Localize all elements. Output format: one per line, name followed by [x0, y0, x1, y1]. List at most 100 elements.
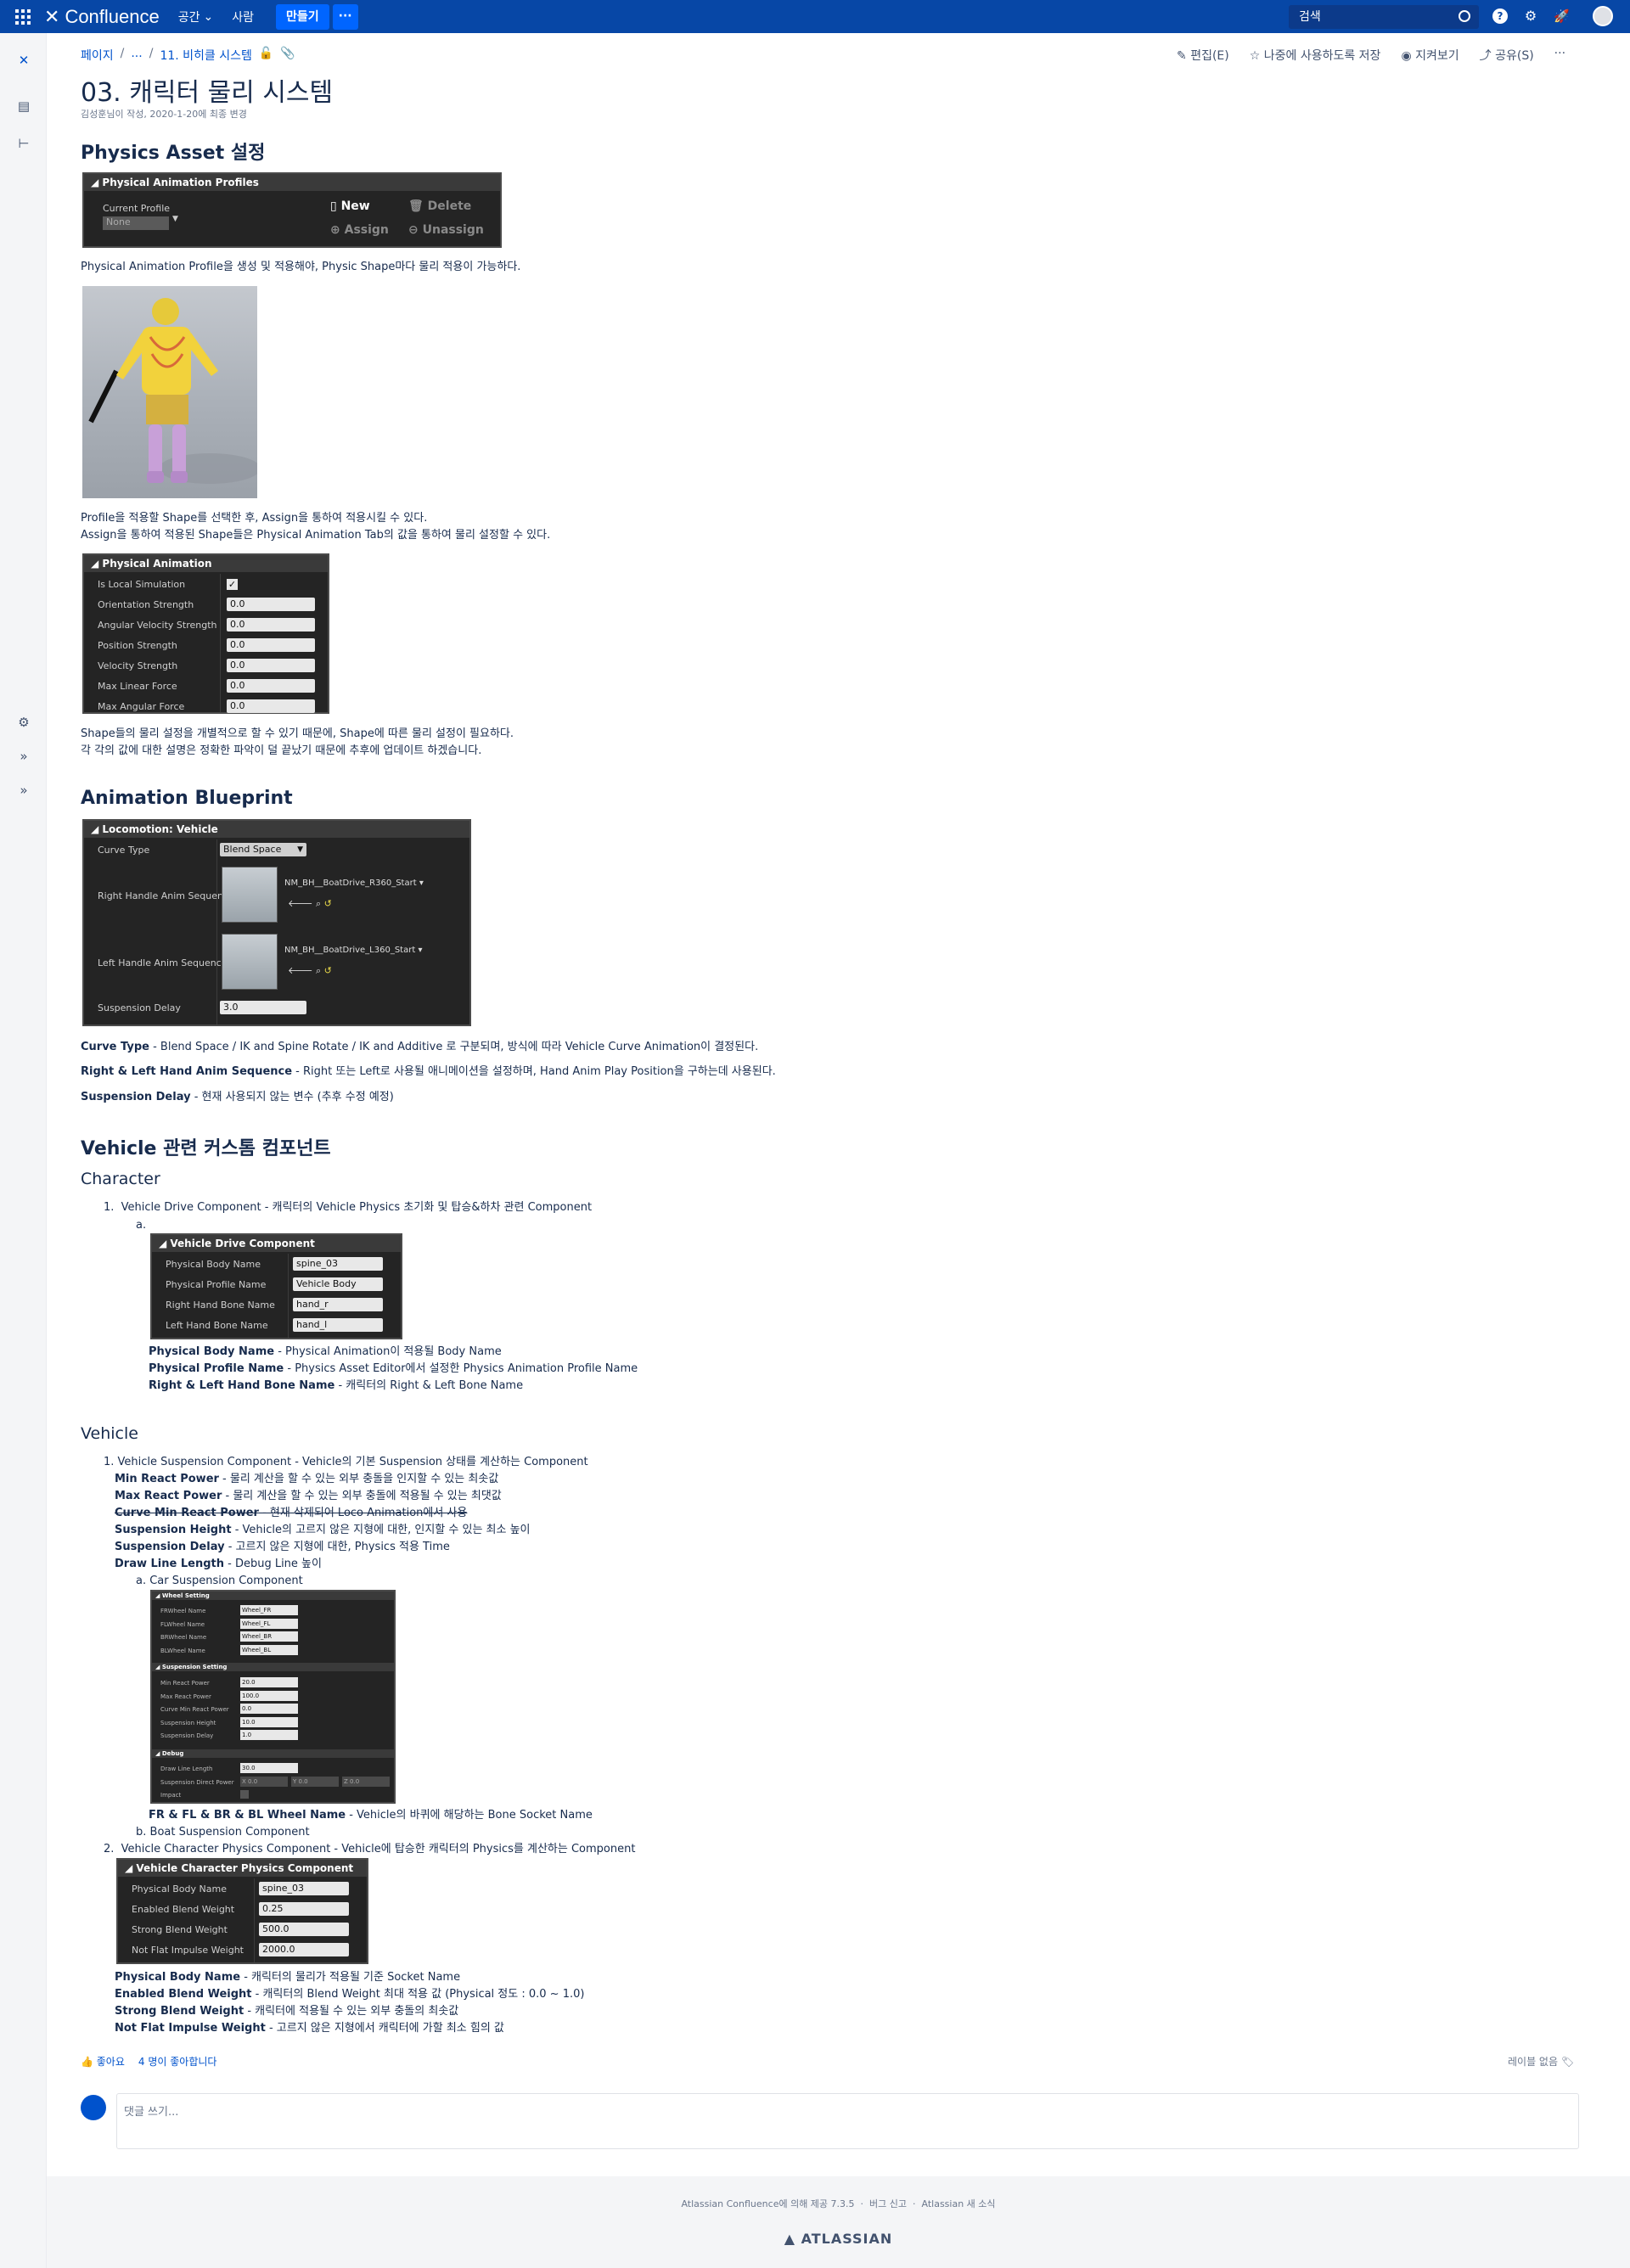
property-input[interactable]: spine_03 — [259, 1882, 349, 1895]
property-input[interactable]: spine_03 — [293, 1257, 383, 1271]
like-button[interactable]: 👍 좋아요 — [81, 2054, 125, 2069]
expand-sidebar-icon[interactable]: » — [15, 748, 32, 765]
property-input[interactable]: Wheel_BR — [240, 1631, 298, 1642]
panel-title-text: Physical Animation Profiles — [102, 177, 259, 188]
left-anim-value[interactable]: NM_BH__BoatDrive_L360_Start ▾ — [284, 946, 422, 955]
create-button[interactable]: 만들기 — [276, 3, 329, 30]
unassign-button[interactable]: ⊖ Unassign — [408, 223, 484, 237]
curve-type-select[interactable]: Blend Space ▼ — [220, 843, 306, 856]
vector-z-input[interactable]: Z 0.0 — [342, 1777, 390, 1787]
vector-y-input[interactable]: Y 0.0 — [291, 1777, 339, 1787]
collapse-triangle-icon[interactable]: ◢ — [91, 823, 102, 835]
collapse-triangle-icon[interactable]: ◢ — [91, 177, 102, 188]
asset-actions-icons[interactable]: 🡐 ⌕ ↺ — [288, 897, 332, 910]
like-count[interactable]: 4 명이 좋아합니다 — [138, 2054, 217, 2069]
delete-profile-button[interactable]: 🗑 Delete — [408, 199, 471, 213]
notifications-icon[interactable]: 🚀 — [1554, 8, 1570, 24]
confluence-logo[interactable]: ✕ Confluence — [44, 6, 160, 28]
current-profile-select[interactable]: None — [103, 216, 169, 230]
property-input[interactable]: 1.0 — [240, 1730, 298, 1740]
property-label: Enabled Blend Weight — [132, 1903, 235, 1915]
search-input[interactable]: 검색 — [1289, 5, 1479, 29]
property-input[interactable]: hand_l — [293, 1318, 383, 1332]
gear-icon[interactable]: ⚙ — [1523, 8, 1538, 24]
property-label: FRWheel Name — [160, 1608, 206, 1614]
property-input[interactable]: 0.0 — [227, 618, 315, 632]
breadcrumb-ellipsis[interactable]: ... — [131, 47, 142, 64]
suspension-delay-input[interactable]: 3.0 — [220, 1001, 306, 1014]
footer-news[interactable]: Atlassian 새 소식 — [922, 2198, 996, 2209]
property-input[interactable]: 10.0 — [240, 1716, 298, 1727]
comment-input[interactable]: 댓글 쓰기... — [116, 2093, 1579, 2149]
help-icon[interactable]: ? — [1492, 8, 1508, 24]
atlassian-logo[interactable]: ▲ ATLASSIAN — [47, 2231, 1630, 2247]
spaces-menu[interactable]: 공간 ⌄ — [178, 8, 214, 25]
new-profile-button[interactable]: ▯ New — [330, 199, 370, 213]
space-logo-icon[interactable]: ✕ — [15, 52, 32, 69]
share-button[interactable]: ⤴ 공유(S) — [1480, 47, 1534, 64]
eye-icon: ◉ — [1401, 49, 1416, 63]
space-settings-icon[interactable]: ⚙ — [15, 714, 32, 731]
pages-icon[interactable]: ▤ — [15, 98, 32, 115]
right-anim-thumbnail[interactable] — [222, 867, 278, 923]
property-input[interactable]: hand_r — [293, 1298, 383, 1311]
wheel-setting-header[interactable]: ◢ Wheel Setting — [152, 1592, 394, 1600]
property-input[interactable]: 0.0 — [240, 1704, 298, 1714]
lock-icon[interactable]: 🔓 — [259, 47, 273, 64]
vector-x-input[interactable]: X 0.0 — [240, 1777, 288, 1787]
attachment-icon[interactable]: 📎 — [280, 47, 295, 64]
property-label: Curve Min React Power — [160, 1706, 229, 1713]
people-link[interactable]: 사람 — [232, 8, 254, 25]
breadcrumb-parent[interactable]: 11. 비히클 시스템 — [160, 47, 251, 64]
property-input[interactable]: Vehicle Body — [293, 1277, 383, 1291]
property-input[interactable]: 0.25 — [259, 1902, 349, 1916]
create-more-button[interactable]: ··· — [332, 3, 358, 30]
property-input[interactable]: 0.0 — [227, 699, 315, 713]
impact-checkbox[interactable] — [240, 1790, 249, 1799]
labels-area[interactable]: 레이블 없음 🏷 — [1508, 2054, 1574, 2069]
list-item-text: Vehicle Drive Component - 캐릭터의 Vehicle P… — [121, 1201, 593, 1214]
definition-desc: - 물리 계산을 할 수 있는 외부 충돌을 인지할 수 있는 최솟값 — [218, 1473, 499, 1485]
footer-report-bug[interactable]: 버그 신고 — [869, 2198, 907, 2209]
edit-button[interactable]: ✎ 편집(E) — [1177, 47, 1229, 64]
page-tree-icon[interactable]: ⊢ — [15, 135, 32, 152]
collapse-triangle-icon[interactable]: ◢ — [159, 1238, 170, 1249]
definition-term: Draw Line Length — [115, 1558, 224, 1570]
collapse-icon[interactable]: » — [15, 782, 32, 799]
property-input[interactable]: 0.0 — [227, 679, 315, 693]
reset-icon[interactable]: ↺ — [324, 965, 332, 976]
property-input[interactable]: 100.0 — [240, 1690, 298, 1701]
more-actions-button[interactable]: ··· — [1554, 47, 1565, 64]
save-for-later-button[interactable]: ☆ 나중에 사용하도록 저장 — [1250, 47, 1381, 64]
user-avatar[interactable] — [1593, 6, 1613, 26]
assign-button[interactable]: ⊕ Assign — [330, 223, 389, 237]
property-input[interactable]: 30.0 — [240, 1763, 298, 1773]
suspension-values: 20.0 100.0 0.0 10.0 1.0 — [240, 1677, 298, 1740]
property-input[interactable]: 500.0 — [259, 1923, 349, 1936]
app-switcher-icon[interactable] — [15, 8, 32, 25]
checkbox-checked-icon[interactable]: ✓ — [227, 578, 238, 590]
reset-icon[interactable]: ↺ — [324, 898, 332, 909]
left-anim-thumbnail[interactable] — [222, 934, 278, 990]
unassign-label: Unassign — [422, 223, 484, 237]
suspension-setting-header[interactable]: ◢ Suspension Setting — [152, 1663, 394, 1671]
minus-circle-icon: ⊖ — [408, 223, 423, 237]
property-input[interactable]: 2000.0 — [259, 1943, 349, 1956]
collapse-triangle-icon[interactable]: ◢ — [125, 1862, 136, 1874]
watch-button[interactable]: ◉ 지켜보기 — [1401, 47, 1459, 64]
collapse-triangle-icon[interactable]: ◢ — [91, 558, 102, 570]
property-input[interactable]: Wheel_FL — [240, 1618, 298, 1629]
right-anim-value[interactable]: NM_BH__BoatDrive_R360_Start ▾ — [284, 879, 424, 888]
breadcrumb-root[interactable]: 페이지 — [81, 47, 114, 64]
property-input[interactable]: Wheel_BL — [240, 1644, 298, 1655]
property-input[interactable]: Wheel_FR — [240, 1605, 298, 1615]
footer-powered[interactable]: Atlassian Confluence에 의해 제공 7.3.5 — [681, 2198, 854, 2209]
property-input[interactable]: 0.0 — [227, 598, 315, 611]
asset-actions-icons[interactable]: 🡐 ⌕ ↺ — [288, 964, 332, 977]
character-physics-image[interactable] — [82, 286, 257, 498]
debug-header[interactable]: ◢ Debug — [152, 1749, 394, 1758]
property-input[interactable]: 20.0 — [240, 1677, 298, 1687]
property-input[interactable]: 0.0 — [227, 638, 315, 652]
property-input[interactable]: 0.0 — [227, 659, 315, 672]
property-label: BLWheel Name — [160, 1647, 205, 1654]
